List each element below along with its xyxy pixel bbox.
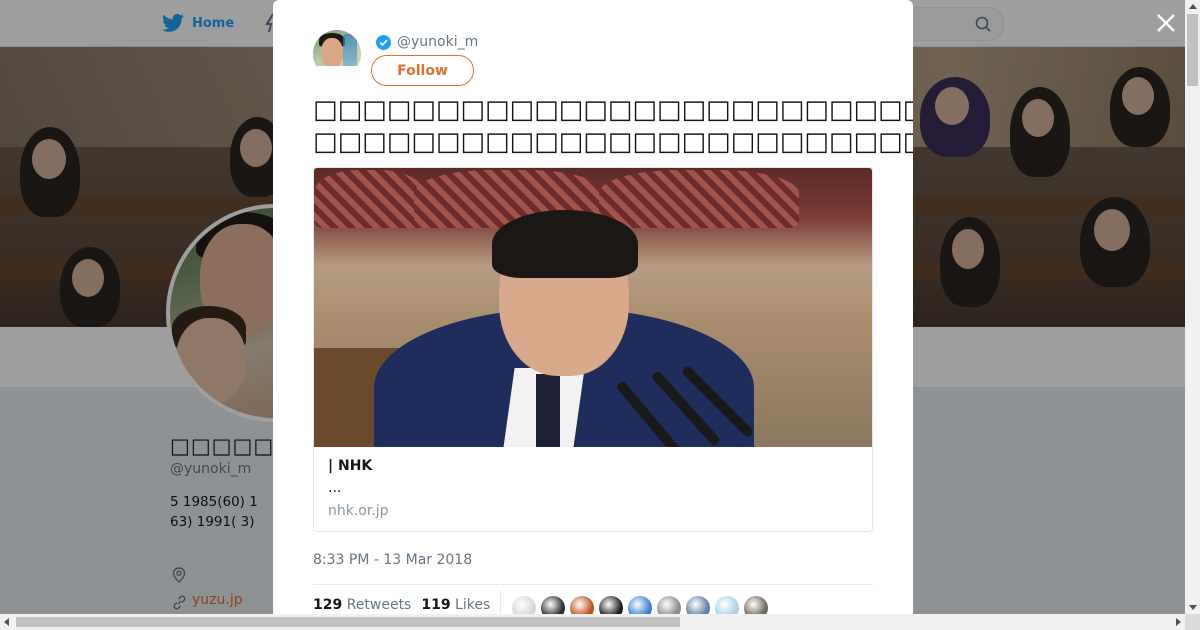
vertical-scrollbar[interactable]	[1185, 0, 1200, 614]
scroll-down-arrow-icon[interactable]	[1189, 605, 1197, 610]
retweets-stat[interactable]: 129 Retweets	[313, 597, 411, 613]
liker-avatar[interactable]	[628, 596, 652, 614]
retweets-label: Retweets	[346, 597, 412, 613]
tweet-author-avatar[interactable]	[313, 30, 361, 78]
likes-stat[interactable]: 119 Likes	[421, 597, 490, 613]
close-button[interactable]	[1155, 12, 1179, 36]
liker-avatar[interactable]	[599, 596, 623, 614]
tweet-text: □□□□□□□□□□□□□□□□□□□□□□□□□ □□□□□□□□□□□□□□□…	[313, 95, 913, 157]
likes-count: 119	[421, 597, 451, 613]
tweet-author-handle[interactable]: @yunoki_m	[397, 34, 478, 50]
liker-avatars	[512, 596, 768, 614]
link-preview-card[interactable]: | NHK ... nhk.or.jp	[313, 167, 873, 532]
liker-avatar[interactable]	[512, 596, 536, 614]
follow-button[interactable]: Follow	[371, 55, 474, 86]
likes-label: Likes	[455, 597, 491, 613]
tweet-timestamp[interactable]: 8:33 PM - 13 Mar 2018	[313, 552, 472, 568]
liker-avatar[interactable]	[744, 596, 768, 614]
scrollbar-corner	[1185, 614, 1200, 630]
card-domain: nhk.or.jp	[328, 503, 389, 519]
scroll-left-arrow-icon[interactable]	[4, 618, 9, 626]
card-title: | NHK	[328, 458, 373, 474]
card-image	[314, 168, 872, 447]
scroll-up-arrow-icon[interactable]	[1189, 4, 1197, 9]
scroll-right-arrow-icon[interactable]	[1176, 618, 1181, 626]
liker-avatar[interactable]	[686, 596, 710, 614]
vertical-scroll-thumb[interactable]	[1187, 14, 1198, 86]
horizontal-scroll-thumb[interactable]	[16, 617, 680, 627]
liker-avatar[interactable]	[657, 596, 681, 614]
close-icon[interactable]	[1155, 12, 1177, 34]
divider	[313, 584, 873, 585]
tweet-modal: @yunoki_m Follow □□□□□□□□□□□□□□□□□□□□□□□…	[273, 0, 913, 614]
tweet-stats: 129 Retweets 119 Likes	[313, 597, 490, 613]
liker-avatar[interactable]	[541, 596, 565, 614]
horizontal-scrollbar[interactable]	[0, 614, 1185, 630]
stats-separator	[500, 590, 501, 614]
liker-avatar[interactable]	[715, 596, 739, 614]
card-description: ...	[328, 480, 342, 496]
retweets-count: 129	[313, 597, 343, 613]
liker-avatar[interactable]	[570, 596, 594, 614]
verified-badge-icon	[376, 35, 391, 50]
